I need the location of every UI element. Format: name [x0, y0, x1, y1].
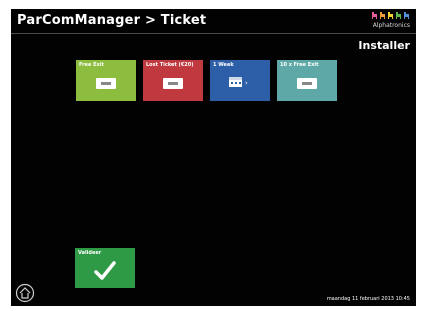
app-screen: ParComManager > Ticket Alphatronics Inst…: [11, 9, 416, 306]
tile-label: Free Exit: [79, 62, 104, 68]
tile-lost-ticket[interactable]: Lost Ticket (€20): [143, 60, 203, 101]
page-title: ParComManager > Ticket: [17, 13, 207, 28]
tile-free-exit[interactable]: Free Exit: [76, 60, 136, 101]
ticket-icon: [297, 78, 317, 89]
dog-logo-icon: [366, 11, 410, 21]
ticket-icon: [96, 78, 116, 89]
home-icon[interactable]: [15, 283, 35, 303]
tile-label: 10 x Free Exit: [280, 62, 319, 68]
user-role: Installer: [358, 39, 410, 52]
tile-label: 1 Week: [213, 62, 234, 68]
ticket-icon: [163, 78, 183, 89]
svg-text:›: ›: [245, 79, 248, 87]
date-time: maandag 11 februari 2013 10:45: [326, 296, 410, 302]
checkmark-icon: [94, 261, 116, 280]
validate-button[interactable]: Valideer: [75, 248, 135, 288]
calendar-ticket-icon: ›: [229, 77, 248, 87]
header-divider: [11, 33, 416, 34]
validate-label: Valideer: [78, 250, 102, 256]
tile-10x-free-exit[interactable]: 10 x Free Exit: [277, 60, 337, 101]
brand-name: Alphatronics: [372, 22, 410, 29]
brand-logo: Alphatronics: [366, 11, 410, 33]
tile-1-week[interactable]: 1 Week ›: [210, 60, 270, 101]
tile-label: Lost Ticket (€20): [146, 62, 194, 68]
